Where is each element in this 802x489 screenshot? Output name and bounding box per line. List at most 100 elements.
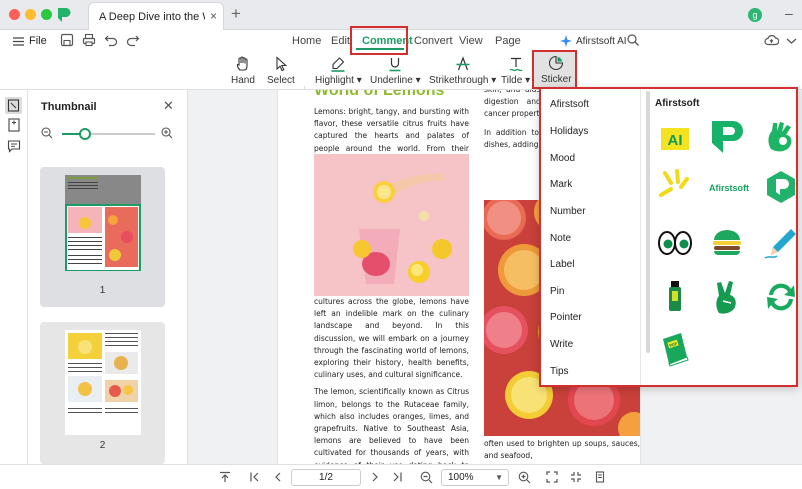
last-page-icon[interactable] xyxy=(391,471,403,483)
scroll-to-top-icon[interactable] xyxy=(219,471,231,483)
zoom-out-icon[interactable] xyxy=(420,471,433,484)
column-1-body: cultures across the globe, lemons have l… xyxy=(314,296,469,464)
category-number[interactable]: Number xyxy=(550,206,586,217)
burger-sticker[interactable] xyxy=(709,225,745,261)
zoom-level-select[interactable]: 100% ▼ xyxy=(441,469,509,486)
minimize-window-button[interactable] xyxy=(25,9,36,20)
category-holidays[interactable]: Holidays xyxy=(550,126,588,137)
afirstsoft-wordmark-sticker[interactable]: Afirstsoft xyxy=(705,169,753,205)
pen-sticker[interactable] xyxy=(763,225,799,261)
refresh-arrows-sticker[interactable] xyxy=(763,279,799,315)
afirstsoft-ai-label: Afirstsoft AI xyxy=(576,35,627,47)
avatar[interactable]: g xyxy=(748,8,762,22)
close-window-button[interactable] xyxy=(9,9,20,20)
tilde-icon xyxy=(509,57,523,72)
fit-width-icon[interactable] xyxy=(546,471,558,483)
undo-icon[interactable] xyxy=(104,33,118,47)
hand-tool[interactable]: Hand xyxy=(231,56,255,86)
page-1-preview xyxy=(65,175,141,271)
category-scrollbar[interactable] xyxy=(646,91,650,353)
afirstsoft-logo-sticker[interactable] xyxy=(709,119,745,155)
tilde-tool[interactable]: Tilde ▾ xyxy=(501,56,530,86)
nav-home[interactable]: Home xyxy=(292,35,321,47)
category-pointer[interactable]: Pointer xyxy=(550,312,582,323)
underline-tool-label: Underline ▾ xyxy=(370,75,421,86)
document-tab-title: A Deep Dive into the W... * xyxy=(99,11,205,23)
page-number-input[interactable]: 1/2 xyxy=(291,469,361,486)
underline-tool[interactable]: Underline ▾ xyxy=(370,56,421,86)
afirstsoft-ai-button[interactable]: Afirstsoft AI xyxy=(560,35,627,47)
sticker-category-list: Afirstsoft Holidays Mood Mark Number Not… xyxy=(541,89,641,385)
lemon-drink-illustration xyxy=(314,154,469,296)
sticker-tool-highlight xyxy=(532,50,577,89)
fit-page-icon[interactable] xyxy=(570,471,582,483)
cloud-upload-icon[interactable] xyxy=(764,33,779,48)
hand-tool-label: Hand xyxy=(231,75,255,86)
nav-convert[interactable]: Convert xyxy=(414,35,453,47)
category-write[interactable]: Write xyxy=(550,339,573,350)
zoom-out-icon[interactable] xyxy=(41,127,53,139)
page-2-label: 2 xyxy=(99,440,106,451)
single-page-view-icon[interactable] xyxy=(594,471,606,483)
previous-page-icon[interactable] xyxy=(272,471,284,483)
nav-view[interactable]: View xyxy=(459,35,483,47)
page-2-preview xyxy=(65,330,141,435)
category-pin[interactable]: Pin xyxy=(550,286,564,297)
paragraph: often used to brighten up soups, sauces,… xyxy=(484,439,640,461)
bookmark-panel-icon[interactable] xyxy=(7,118,21,132)
thumbnail-title: Thumbnail xyxy=(41,101,97,113)
redo-icon[interactable] xyxy=(126,33,140,47)
file-menu-label: File xyxy=(29,35,47,47)
book-sticker[interactable]: PDF xyxy=(657,331,693,367)
highlighter-sticker[interactable] xyxy=(657,279,693,315)
ok-hand-sticker[interactable] xyxy=(763,119,799,155)
next-page-icon[interactable] xyxy=(369,471,381,483)
app-logo-icon xyxy=(58,8,71,22)
ai-badge-sticker[interactable]: AI xyxy=(657,121,693,157)
svg-text:AI: AI xyxy=(668,132,683,149)
category-tips[interactable]: Tips xyxy=(550,366,569,377)
close-tab-icon[interactable]: × xyxy=(210,9,217,23)
page-thumbnail-1[interactable]: 1 xyxy=(40,167,165,307)
nav-page[interactable]: Page xyxy=(495,35,521,47)
thumbnail-zoom-slider[interactable] xyxy=(62,128,155,140)
category-mark[interactable]: Mark xyxy=(550,179,572,190)
close-panel-icon[interactable]: ✕ xyxy=(163,98,174,114)
slider-handle[interactable] xyxy=(79,128,92,140)
page-1-label: 1 xyxy=(99,285,106,296)
first-page-icon[interactable] xyxy=(249,471,261,483)
thumbnail-panel-icon[interactable] xyxy=(5,97,22,114)
save-icon[interactable] xyxy=(60,33,74,47)
comment-panel-icon[interactable] xyxy=(7,139,21,153)
file-menu[interactable]: File xyxy=(13,35,47,47)
zoom-in-icon[interactable] xyxy=(518,471,531,484)
category-label[interactable]: Label xyxy=(550,259,574,270)
select-tool[interactable]: Select xyxy=(267,56,295,86)
document-tab[interactable]: A Deep Dive into the W... * × xyxy=(88,2,224,30)
nav-edit[interactable]: Edit xyxy=(331,35,350,47)
highlight-tool[interactable]: Highlight ▾ xyxy=(315,56,362,86)
eyes-sticker[interactable] xyxy=(657,225,693,261)
column-2-bottom: often used to brighten up soups, sauces,… xyxy=(484,438,640,464)
hexagon-logo-sticker[interactable] xyxy=(763,169,799,205)
bottom-navigation-bar: 1/2 100% ▼ xyxy=(0,464,802,489)
print-icon[interactable] xyxy=(82,33,96,47)
strikethrough-icon xyxy=(456,56,470,71)
new-tab-button[interactable]: + xyxy=(231,4,241,24)
menu-toolbar: File Home Edit Comment Convert View Page… xyxy=(0,26,802,112)
sparkle-lines-sticker[interactable] xyxy=(657,169,693,205)
page-thumbnail-2[interactable]: 2 xyxy=(40,322,165,464)
search-icon[interactable] xyxy=(626,33,640,47)
maximize-window-button[interactable] xyxy=(41,9,52,20)
expand-chevron-icon[interactable] xyxy=(784,33,799,48)
strikethrough-tool[interactable]: Strikethrough ▾ xyxy=(429,56,496,86)
svg-text:Afirstsoft: Afirstsoft xyxy=(709,183,749,193)
comment-tab-highlight xyxy=(350,26,408,55)
category-mood[interactable]: Mood xyxy=(550,153,575,164)
category-note[interactable]: Note xyxy=(550,233,571,244)
category-afirstsoft[interactable]: Afirstsoft xyxy=(550,99,589,110)
zoom-in-icon[interactable] xyxy=(161,127,173,139)
window-menu-icon[interactable]: – xyxy=(785,5,793,21)
sticker-panel: Afirstsoft Holidays Mood Mark Number Not… xyxy=(539,87,798,387)
victory-hand-sticker[interactable] xyxy=(709,279,745,315)
